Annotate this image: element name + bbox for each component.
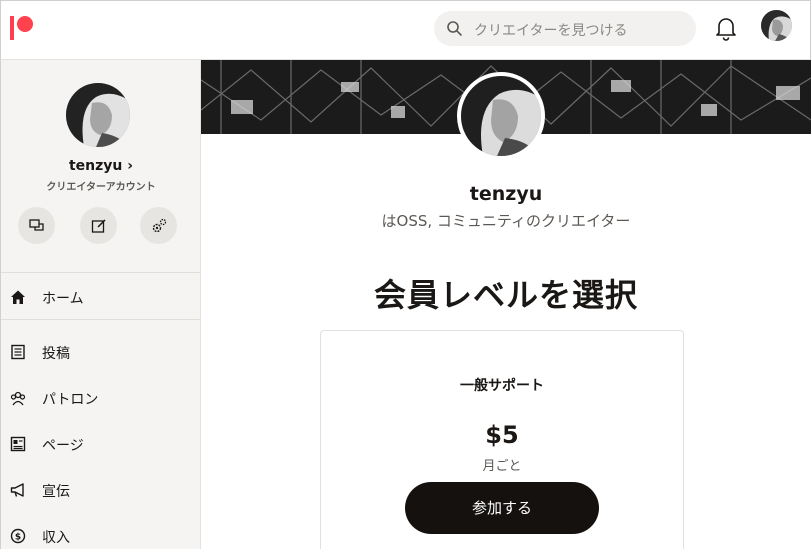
- tier-heading: 会員レベルを選択: [373, 276, 638, 314]
- patreon-logo-icon[interactable]: [10, 16, 36, 42]
- edit-icon: [91, 218, 106, 233]
- search-icon: [447, 21, 462, 36]
- home-icon: [11, 290, 25, 304]
- tier-price: $5: [485, 421, 519, 449]
- svg-text:$: $: [15, 533, 21, 543]
- search-input[interactable]: クリエイターを見つける: [474, 20, 627, 40]
- sidebar: tenzyu › クリエイターアカウント ホーム 投稿 パトロン ページ 宣伝 …: [0, 60, 201, 549]
- creator-name: tenzyu: [469, 183, 543, 205]
- sidebar-item-page[interactable]: ページ: [1, 424, 201, 464]
- gear-icon: [152, 218, 166, 232]
- megaphone-icon: [10, 483, 24, 497]
- sidebar-item-home[interactable]: ホーム: [1, 277, 201, 317]
- settings-button[interactable]: [140, 207, 177, 244]
- creator-description: はOSS, コミュニティのクリエイター: [381, 212, 631, 230]
- tier-name: 一般サポート: [460, 378, 544, 394]
- tier-card: 一般サポート $5 月ごと 参加する: [320, 330, 684, 549]
- messages-button[interactable]: [18, 207, 55, 244]
- creator-avatar[interactable]: [457, 72, 545, 160]
- sidebar-item-patrons[interactable]: パトロン: [1, 378, 201, 418]
- profile-avatar[interactable]: [66, 83, 130, 147]
- sidebar-divider: [1, 319, 201, 320]
- posts-icon: [11, 344, 25, 360]
- main-content: tenzyu はOSS, コミュニティのクリエイター 会員レベルを選択 一般サポ…: [201, 60, 811, 549]
- sidebar-item-posts[interactable]: 投稿: [1, 332, 201, 372]
- user-avatar[interactable]: [761, 10, 792, 41]
- patrons-icon: [10, 391, 26, 406]
- edit-button[interactable]: [80, 207, 117, 244]
- tier-period: 月ごと: [482, 459, 522, 474]
- account-type-label: クリエイターアカウント: [46, 182, 156, 193]
- messages-icon: [28, 218, 44, 231]
- sidebar-item-promote[interactable]: 宣伝: [1, 470, 201, 510]
- bell-icon[interactable]: [714, 15, 738, 41]
- search-box[interactable]: クリエイターを見つける: [434, 11, 696, 46]
- page-icon: [10, 436, 26, 452]
- join-button[interactable]: 参加する: [405, 482, 599, 534]
- sidebar-divider: [1, 272, 201, 273]
- sidebar-item-income[interactable]: $ 収入: [1, 516, 201, 556]
- profile-name-link[interactable]: tenzyu ›: [1, 158, 201, 174]
- chevron-right-icon: ›: [127, 158, 134, 174]
- top-bar: クリエイターを見つける: [0, 0, 811, 60]
- income-icon: $: [10, 528, 26, 544]
